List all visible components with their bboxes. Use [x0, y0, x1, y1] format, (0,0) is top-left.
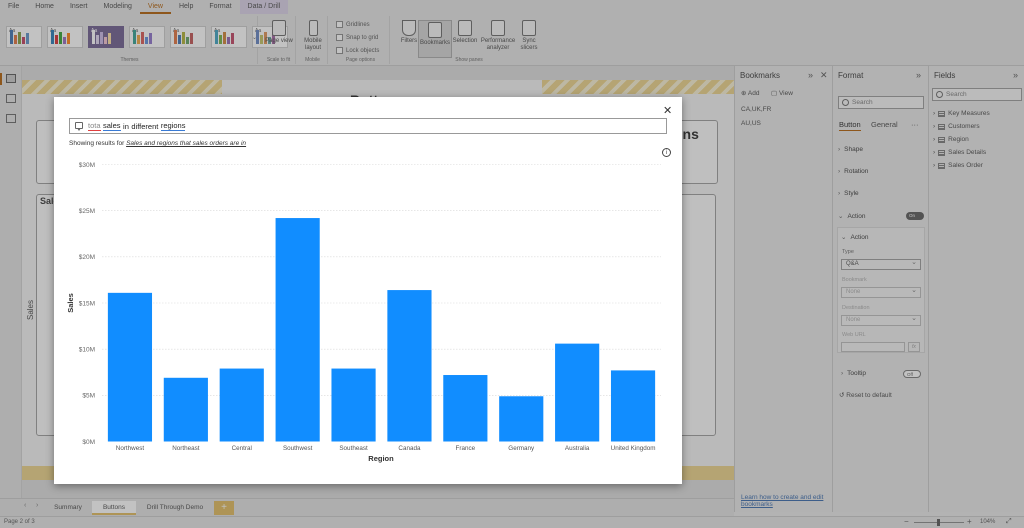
x-tick-label: France	[456, 445, 476, 452]
bar	[163, 377, 208, 442]
x-axis-title: Region	[368, 454, 394, 463]
bar	[107, 292, 153, 442]
x-tick-label: Northwest	[116, 445, 145, 452]
x-tick-label: United Kingdom	[611, 445, 656, 452]
bar	[499, 396, 544, 442]
bar	[443, 375, 488, 442]
x-tick-label: Germany	[508, 445, 535, 452]
bar	[331, 368, 376, 442]
y-tick-label: $5M	[82, 393, 95, 400]
x-tick-label: Southwest	[283, 445, 313, 452]
x-axis-ticks: Northwest Northeast Central Southwest Southe…	[116, 445, 656, 452]
y-axis-ticks: $0M $5M $10M $15M $20M $25M $30M	[79, 162, 95, 446]
x-tick-label: Central	[232, 445, 252, 452]
bar	[387, 290, 432, 442]
y-tick-label: $30M	[79, 162, 95, 169]
bar	[219, 368, 264, 442]
y-tick-label: $0M	[82, 439, 95, 446]
y-tick-label: $25M	[79, 208, 95, 215]
bar	[610, 370, 656, 442]
bar	[555, 343, 600, 442]
x-tick-label: Northeast	[172, 445, 200, 452]
y-tick-label: $20M	[79, 254, 95, 261]
x-tick-label: Canada	[398, 445, 421, 452]
chart-bars	[107, 218, 656, 442]
y-tick-label: $10M	[79, 346, 95, 353]
bar	[275, 218, 320, 442]
y-axis-title: Sales	[66, 293, 75, 313]
x-tick-label: Southeast	[339, 445, 368, 452]
qa-bar-chart: $0M$5M$10M$15M$20M$25M$30M Northwest Nort…	[66, 162, 661, 463]
x-tick-label: Australia	[565, 445, 590, 452]
y-tick-label: $15M	[79, 300, 95, 307]
qa-dialog: ✕ tota sales in different regions Showin…	[54, 97, 682, 484]
